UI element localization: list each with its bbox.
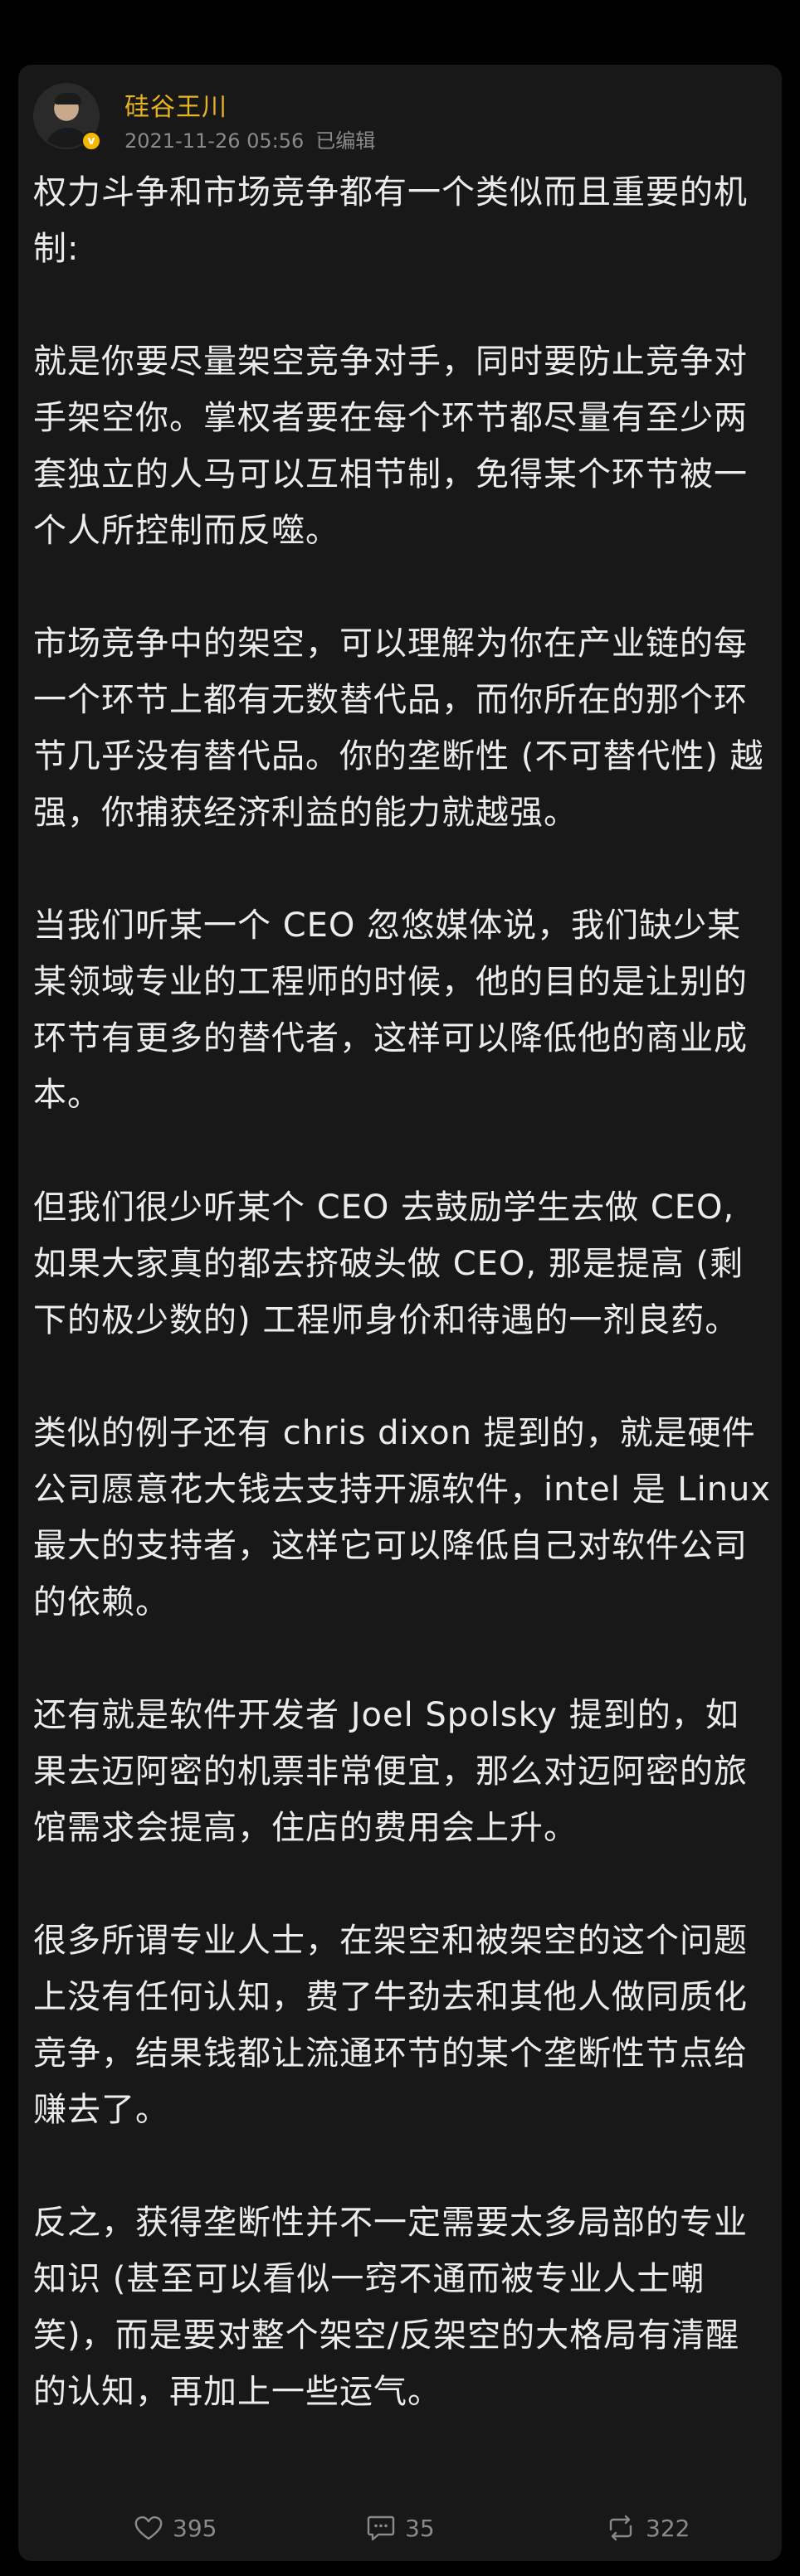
comment-icon [367, 2515, 395, 2541]
post-paragraph: 当我们听某一个 CEO 忽悠媒体说，我们缺少某某领域专业的工程师的时候，他的目的… [33, 906, 748, 1114]
post-meta: 2021-11-26 05:56 已编辑 [124, 124, 375, 153]
post-paragraph: 市场竞争中的架空，可以理解为你在产业链的每一个环节上都有无数替代品，而你所在的那… [33, 625, 764, 832]
heart-icon [134, 2516, 163, 2540]
repost-icon [609, 2515, 632, 2541]
post-paragraph: 但我们很少听某个 CEO 去鼓励学生去做 CEO, 如果大家真的都去挤破头做 C… [33, 1188, 744, 1339]
repost-count: 322 [646, 2514, 690, 2542]
like-button[interactable]: 395 [134, 2511, 217, 2544]
edited-label: 已编辑 [315, 129, 376, 153]
avatar-hair [55, 93, 81, 104]
comment-button[interactable]: 35 [367, 2511, 435, 2544]
post-card: v 硅谷王川 2021-11-26 05:56 已编辑 权力斗争和市场竞争都有一个… [18, 65, 782, 2561]
post-paragraph: 就是你要尽量架空竞争对手，同时要防止竞争对手架空你。掌权者要在每个环节都尽量有至… [33, 343, 748, 550]
post-header: v 硅谷王川 2021-11-26 05:56 已编辑 [33, 80, 763, 154]
post-paragraph: 还有就是软件开发者 Joel Spolsky 提到的，如果去迈阿密的机票非常便宜… [33, 1696, 748, 1847]
repost-button[interactable]: 322 [606, 2511, 690, 2544]
like-count: 395 [173, 2514, 217, 2542]
post-paragraph: 权力斗争和市场竞争都有一个类似而且重要的机制: [33, 173, 748, 268]
post-timestamp: 2021-11-26 05:56 [124, 129, 305, 153]
post-content: 权力斗争和市场竞争都有一个类似而且重要的机制: 就是你要尽量架空竞争对手，同时要… [33, 164, 772, 2420]
post-paragraph: 类似的例子还有 chris dixon 提到的，就是硬件公司愿意花大钱去支持开源… [33, 1414, 772, 1621]
post-actions: 395 35 322 [18, 2503, 782, 2553]
verified-badge-icon: v [81, 131, 101, 151]
post-paragraph: 反之，获得垄断性并不一定需要太多局部的专业知识 (甚至可以看似一窍不通而被专业人… [33, 2204, 748, 2411]
comment-count: 35 [405, 2514, 435, 2542]
author-name[interactable]: 硅谷王川 [124, 86, 227, 123]
post-paragraph: 很多所谓专业人士，在架空和被架空的这个问题上没有任何认知，费了牛劲去和其他人做同… [33, 1922, 748, 2129]
